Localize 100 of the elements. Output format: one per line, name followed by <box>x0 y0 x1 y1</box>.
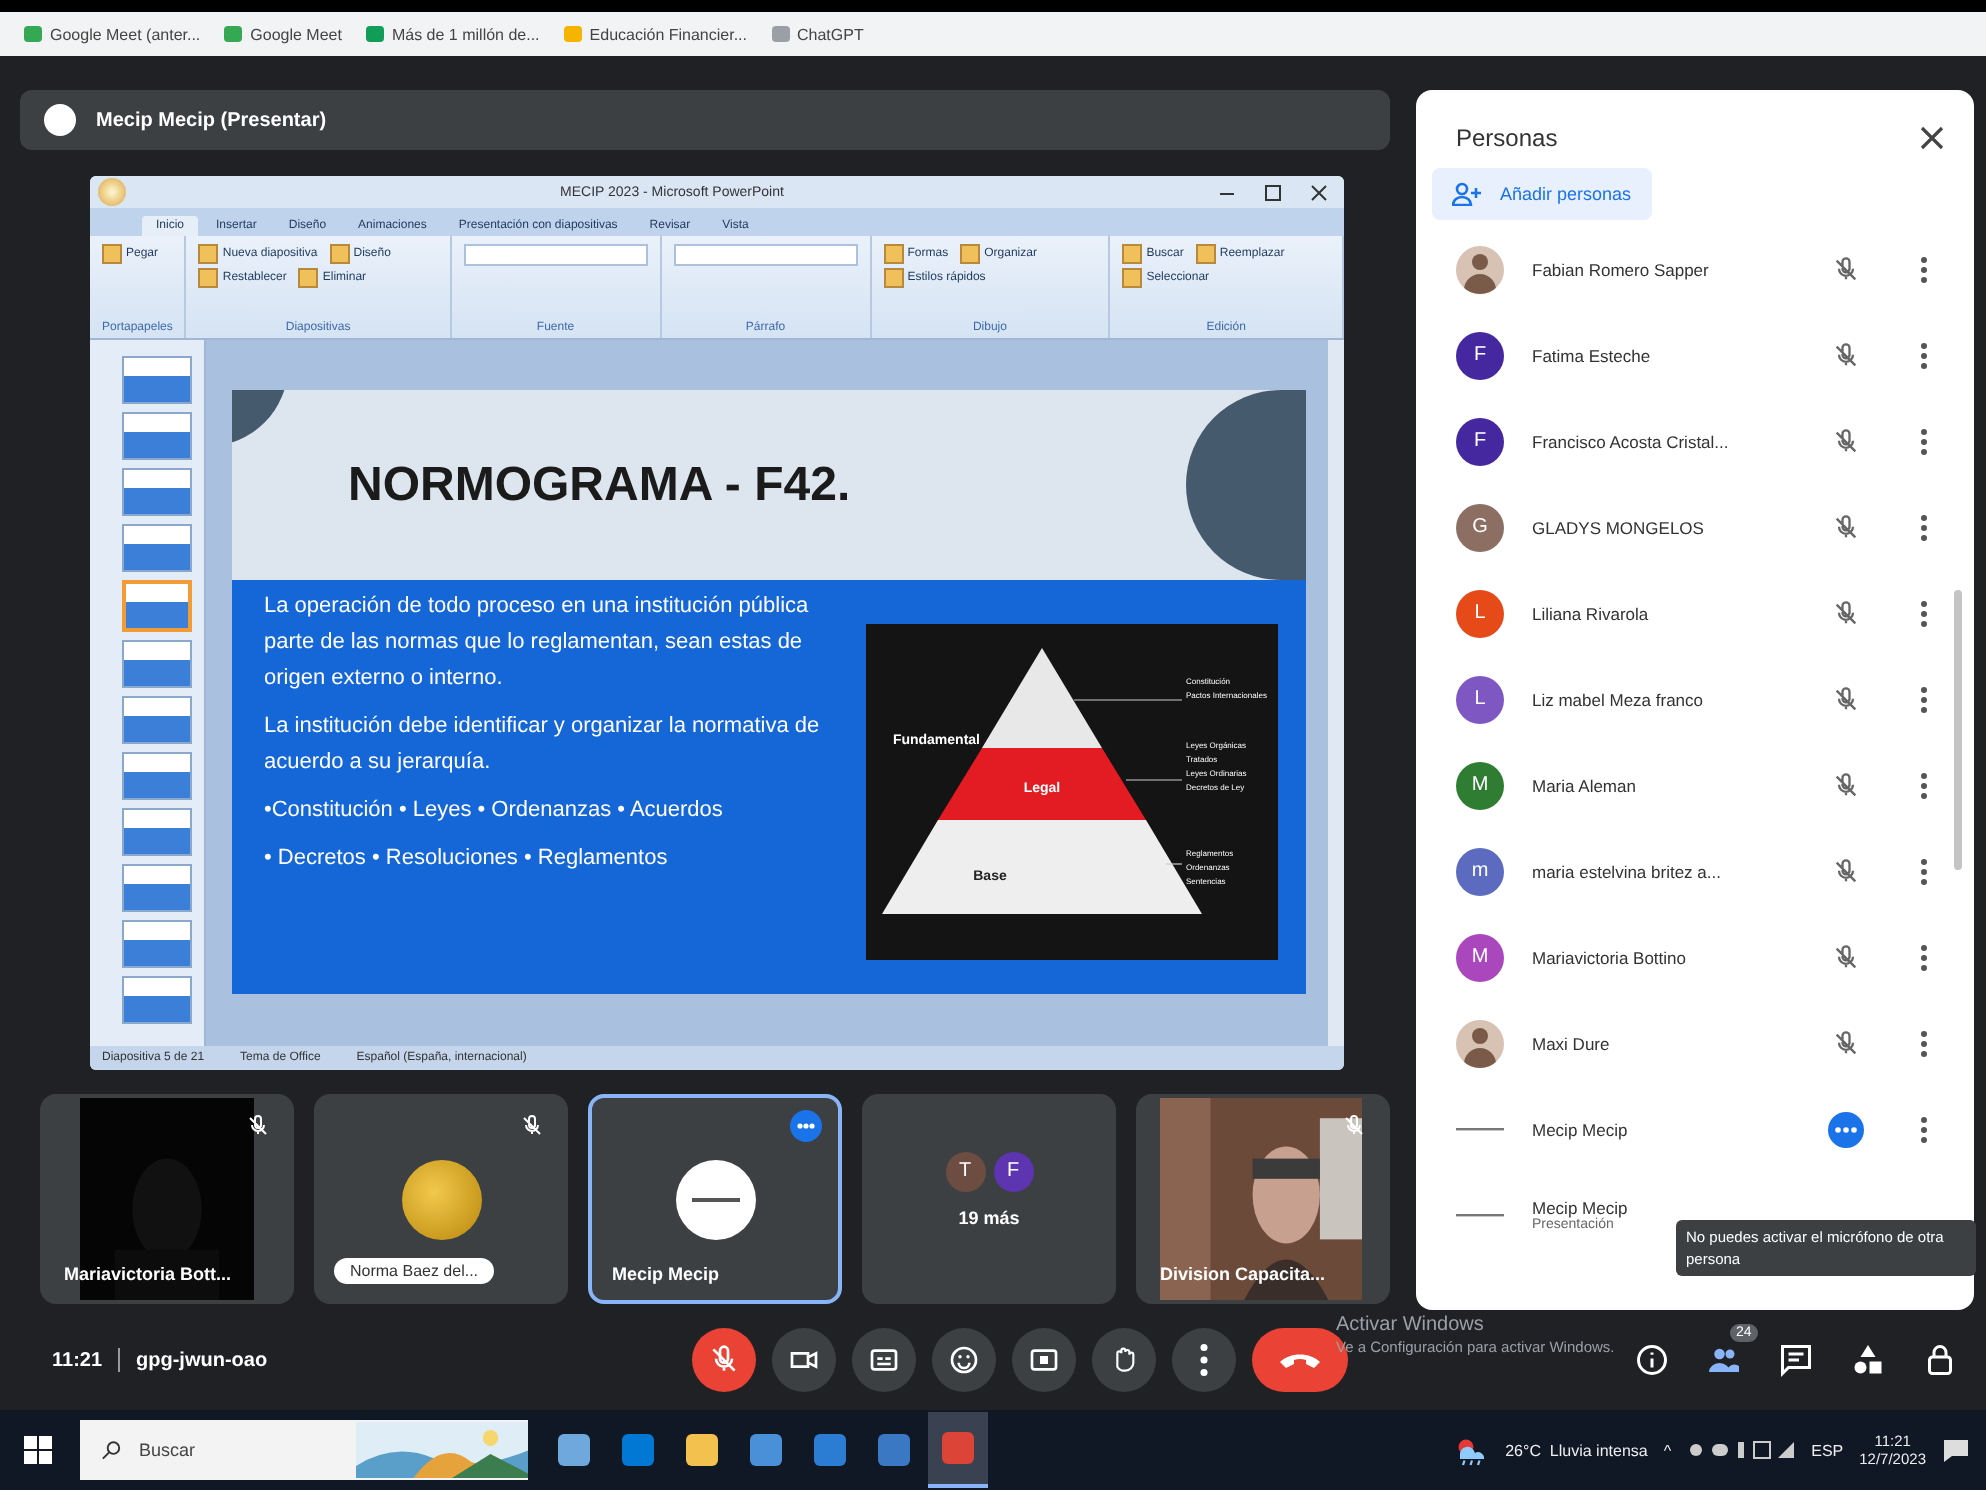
more-icon[interactable] <box>1920 255 1928 283</box>
chat-icon[interactable] <box>1778 1342 1814 1378</box>
captions-icon <box>868 1344 900 1376</box>
search-input[interactable]: Buscar <box>135 1438 344 1462</box>
taskbar-app[interactable] <box>928 1412 988 1488</box>
slide-thumbnail[interactable] <box>122 976 192 1024</box>
mic-off-icon[interactable] <box>1832 255 1860 283</box>
scrollbar[interactable] <box>1328 340 1344 1046</box>
participant-row[interactable]: F Francisco Acosta Cristal... <box>1456 398 1954 484</box>
participant-row[interactable]: F Fatima Esteche <box>1456 312 1954 398</box>
weather-icon[interactable] <box>1453 1434 1490 1466</box>
info-icon[interactable] <box>1634 1342 1670 1378</box>
more-icon[interactable] <box>1920 771 1928 799</box>
app-icon <box>686 1434 718 1466</box>
mic-off-icon[interactable] <box>1832 771 1860 799</box>
mic-off-icon[interactable] <box>1832 685 1860 713</box>
participant-row[interactable]: Fabian Romero Sapper <box>1456 226 1954 312</box>
activation-title: Activar Windows <box>1336 1314 1486 1338</box>
participant-row[interactable]: L Liliana Rivarola <box>1456 570 1954 656</box>
lock-icon[interactable] <box>1922 1342 1958 1378</box>
slide-thumbnail[interactable] <box>122 468 192 516</box>
more-icon[interactable] <box>1920 513 1928 541</box>
font-field[interactable] <box>673 244 858 266</box>
add-people-button[interactable]: Añadir personas <box>1432 168 1652 220</box>
participant-row[interactable]: M Maria Aleman <box>1456 742 1954 828</box>
bookmark-link[interactable]: ChatGPT <box>771 25 864 43</box>
command-icon <box>298 268 319 288</box>
more-icon[interactable] <box>1920 943 1928 971</box>
bookmark-link[interactable]: Google Meet <box>224 25 342 43</box>
slide-thumbnail[interactable] <box>122 640 192 688</box>
notifications-icon[interactable] <box>1942 1436 1970 1464</box>
participant-row[interactable]: Mecip Mecip <box>1456 1086 1954 1172</box>
mic-off-icon[interactable] <box>1832 427 1860 455</box>
command-icon <box>329 244 350 264</box>
participant-tile[interactable]: Mecip Mecip <box>588 1094 842 1304</box>
bookmark-link[interactable]: Educación Financier... <box>563 25 747 43</box>
mic-off-icon[interactable] <box>1832 341 1860 369</box>
slide-thumbnail[interactable] <box>122 524 192 572</box>
close-icon[interactable] <box>1918 124 1946 152</box>
emoji-button[interactable] <box>932 1328 996 1392</box>
slide-thumbnail[interactable] <box>122 696 192 744</box>
present-button[interactable] <box>1012 1328 1076 1392</box>
mic-off-icon[interactable] <box>1832 599 1860 627</box>
app-icon <box>942 1432 974 1464</box>
more-icon[interactable] <box>1920 427 1928 455</box>
close-icon[interactable] <box>1310 183 1328 201</box>
panel-title: Personas <box>1456 124 1558 152</box>
hand-button[interactable] <box>1092 1328 1156 1392</box>
windows-icon[interactable] <box>24 1436 52 1464</box>
captions-button[interactable] <box>852 1328 916 1392</box>
participant-row[interactable]: M Mariavictoria Bottino <box>1456 914 1954 1000</box>
more-icon[interactable] <box>1920 685 1928 713</box>
participant-row[interactable]: Maxi Dure <box>1456 1000 1954 1086</box>
slide-title: NORMOGRAMA - F42. <box>348 457 851 513</box>
bookmark-icon <box>563 26 582 42</box>
more-icon[interactable] <box>1920 1115 1928 1143</box>
shapes-icon[interactable] <box>1850 1342 1886 1378</box>
mic-button[interactable] <box>692 1328 756 1392</box>
slide-thumbnail[interactable] <box>122 412 192 460</box>
bookmark-link[interactable]: Google Meet (anter... <box>24 25 201 43</box>
more-icon[interactable] <box>1920 1029 1928 1057</box>
slide-thumbnail[interactable] <box>122 580 192 632</box>
maximize-icon[interactable] <box>1264 183 1282 201</box>
participant-name: Liz mabel Meza franco <box>1532 689 1706 709</box>
font-field[interactable] <box>463 244 648 266</box>
slide-thumbnail[interactable] <box>122 920 192 968</box>
avatar-icon <box>44 104 76 136</box>
initial-avatar: M <box>1456 933 1504 981</box>
more-icon <box>1200 1344 1208 1376</box>
scrollbar-thumb[interactable] <box>1954 590 1962 870</box>
initial-avatar: G <box>1456 503 1504 551</box>
search-icon <box>100 1438 124 1462</box>
slide-thumbnail[interactable] <box>122 356 192 404</box>
participant-tile[interactable]: Mariavictoria Bott... <box>40 1094 294 1304</box>
participant-row[interactable]: G GLADYS MONGELOS <box>1456 484 1954 570</box>
meeting-code: gpg-jwun-oao <box>136 1349 268 1371</box>
more-button[interactable] <box>1172 1328 1236 1392</box>
slide-thumbnail[interactable] <box>122 808 192 856</box>
participant-tile[interactable]: Norma Baez del... <box>314 1094 568 1304</box>
language-indicator[interactable]: ESP <box>1811 1441 1844 1459</box>
more-icon[interactable] <box>1920 857 1928 885</box>
participant-tile[interactable]: T F 19 más <box>862 1094 1116 1304</box>
participant-row[interactable]: m maria estelvina britez a... <box>1456 828 1954 914</box>
bookmark-link[interactable]: Más de 1 millón de... <box>365 25 540 43</box>
slide-thumbnail[interactable] <box>122 864 192 912</box>
search-bar[interactable]: Buscar <box>80 1420 528 1480</box>
mic-off-icon[interactable] <box>1832 857 1860 885</box>
participant-row[interactable]: L Liz mabel Meza franco <box>1456 656 1954 742</box>
participant-name: Mecip Mecip <box>1532 1198 1630 1218</box>
slide-thumbnail[interactable] <box>122 752 192 800</box>
tray-icons[interactable] <box>1687 1440 1796 1460</box>
tray-chevron[interactable]: ^ <box>1663 1441 1672 1459</box>
mic-off-icon[interactable] <box>1832 513 1860 541</box>
more-icon[interactable] <box>1920 599 1928 627</box>
camera-button[interactable] <box>772 1328 836 1392</box>
more-icon[interactable] <box>1920 341 1928 369</box>
participant-tile[interactable]: Division Capacita... <box>1136 1094 1390 1304</box>
mic-off-icon[interactable] <box>1832 943 1860 971</box>
participant-name: Francisco Acosta Cristal... <box>1532 431 1731 451</box>
mic-off-icon[interactable] <box>1832 1029 1860 1057</box>
